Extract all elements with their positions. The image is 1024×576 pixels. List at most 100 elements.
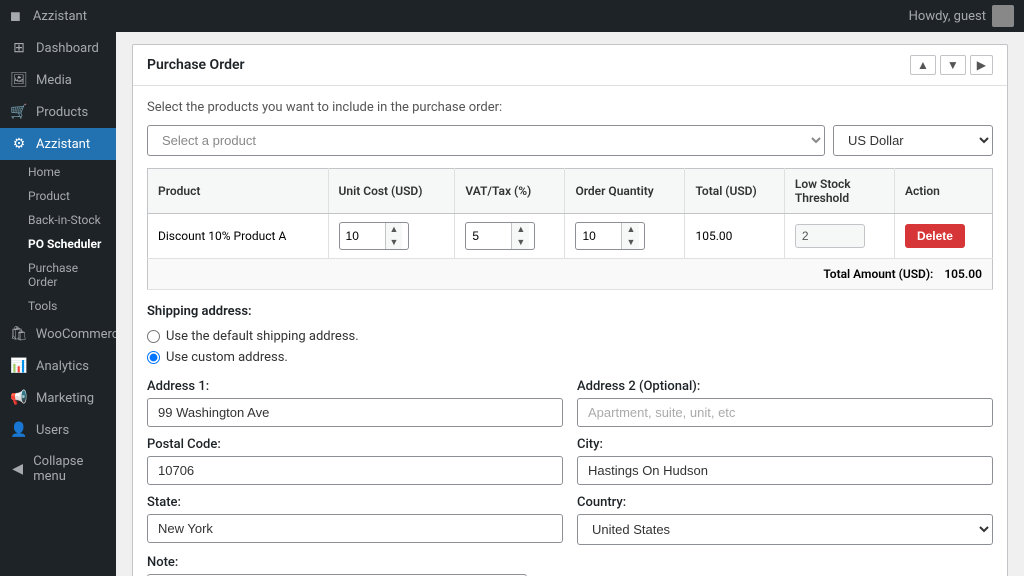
delete-button[interactable]: Delete [905, 224, 965, 248]
sidebar-label-back-in-stock: Back-in-Stock [28, 213, 101, 227]
po-card-header-actions: ▲ ▼ ▶ [910, 55, 993, 75]
collapse-icon: ◀ [10, 461, 25, 477]
address-row: Address 1: Address 2 (Optional): [147, 379, 993, 427]
site-name: Azzistant [33, 9, 87, 24]
country-label: Country: [577, 495, 993, 510]
wp-logo-icon: ■ [10, 6, 21, 27]
city-label: City: [577, 437, 993, 452]
country-select[interactable]: United States [577, 514, 993, 545]
po-card-body: Select the products you want to include … [133, 86, 1007, 576]
radio-custom[interactable] [147, 351, 160, 364]
sidebar-sub-tools[interactable]: Tools [0, 294, 116, 318]
postal-input[interactable] [147, 456, 563, 485]
postal-city-row: Postal Code: City: [147, 437, 993, 485]
order-qty-up[interactable]: ▲ [622, 223, 639, 236]
sidebar-label-po-scheduler: PO Scheduler [28, 237, 101, 251]
note-label: Note: [147, 555, 993, 570]
unit-cost-spinners: ▲ ▼ [385, 223, 403, 249]
radio-default[interactable] [147, 330, 160, 343]
total-value: 105.00 [944, 267, 982, 281]
azzistant-icon: ⚙ [10, 136, 28, 152]
address2-input[interactable] [577, 398, 993, 427]
col-low-stock: Low StockThreshold [784, 169, 894, 214]
sidebar-item-woocommerce[interactable]: 🛍 WooCommerce [0, 318, 116, 350]
po-card-header: Purchase Order ▲ ▼ ▶ [133, 45, 1007, 86]
vat-up[interactable]: ▲ [512, 223, 529, 236]
sidebar-label-marketing: Marketing [36, 391, 94, 406]
dashboard-icon: ⊞ [10, 40, 28, 56]
collapse-down-button[interactable]: ▼ [940, 55, 966, 75]
shipping-title: Shipping address: [147, 304, 993, 319]
vat-down[interactable]: ▼ [512, 236, 529, 249]
sidebar-item-collapse[interactable]: ◀ Collapse menu [0, 446, 116, 492]
sidebar-item-marketing[interactable]: 📢 Marketing [0, 382, 116, 414]
address1-group: Address 1: [147, 379, 563, 427]
currency-select[interactable]: US Dollar [833, 125, 993, 156]
radio-default-label[interactable]: Use the default shipping address. [147, 329, 993, 344]
collapse-up-button[interactable]: ▲ [910, 55, 936, 75]
address1-label: Address 1: [147, 379, 563, 394]
cell-total: 105.00 [685, 214, 784, 259]
sidebar-sub-po-scheduler[interactable]: PO Scheduler [0, 232, 116, 256]
city-group: City: [577, 437, 993, 485]
state-input[interactable] [147, 514, 563, 543]
city-input[interactable] [577, 456, 993, 485]
radio-custom-text: Use custom address. [166, 350, 288, 365]
state-group: State: [147, 495, 563, 545]
order-qty-input[interactable] [576, 225, 621, 247]
state-country-row: State: Country: United States [147, 495, 993, 545]
sidebar-item-dashboard[interactable]: ⊞ Dashboard [0, 32, 116, 64]
expand-button[interactable]: ▶ [970, 55, 993, 75]
products-table: Product Unit Cost (USD) VAT/Tax (%) Orde… [147, 168, 993, 290]
woocommerce-icon: 🛍 [10, 326, 28, 342]
total-label: Total Amount (USD): [823, 267, 933, 281]
sidebar-item-users[interactable]: 👤 Users [0, 414, 116, 446]
order-qty-input-wrap: ▲ ▼ [575, 222, 645, 250]
product-select-row: Select a product US Dollar [147, 125, 993, 156]
cell-action: Delete [894, 214, 992, 259]
sidebar-item-products[interactable]: 🛒 Products [0, 96, 116, 128]
sidebar-sub-purchase-order[interactable]: Purchase Order [0, 256, 116, 294]
vat-spinners: ▲ ▼ [511, 223, 529, 249]
cell-order-qty: ▲ ▼ [565, 214, 685, 259]
top-bar: ■ Azzistant Howdy, guest [0, 0, 1024, 32]
purchase-order-card: Purchase Order ▲ ▼ ▶ Select the products… [132, 44, 1008, 576]
cell-unit-cost: ▲ ▼ [328, 214, 455, 259]
radio-custom-label[interactable]: Use custom address. [147, 350, 993, 365]
top-bar-right: Howdy, guest [909, 5, 1014, 27]
order-qty-spinners: ▲ ▼ [621, 223, 639, 249]
sidebar-item-analytics[interactable]: 📊 Analytics [0, 350, 116, 382]
address1-input[interactable] [147, 398, 563, 427]
users-icon: 👤 [10, 422, 28, 438]
sidebar-sub-back-in-stock[interactable]: Back-in-Stock [0, 208, 116, 232]
total-row-cell: Total Amount (USD): 105.00 [148, 258, 993, 289]
sidebar-item-media[interactable]: 🖼 Media [0, 64, 116, 96]
low-stock-input[interactable] [795, 224, 865, 248]
sidebar-label-analytics: Analytics [36, 359, 89, 374]
total-row: Total Amount (USD): 105.00 [148, 258, 993, 289]
sidebar-sub-discount-rules[interactable]: Product [0, 184, 116, 208]
sidebar-label-woocommerce: WooCommerce [36, 327, 116, 342]
product-select[interactable]: Select a product [147, 125, 825, 156]
order-qty-down[interactable]: ▼ [622, 236, 639, 249]
unit-cost-input[interactable] [340, 225, 385, 247]
sidebar-sub-home[interactable]: Home [0, 160, 116, 184]
unit-cost-down[interactable]: ▼ [386, 236, 403, 249]
sidebar-label-tools: Tools [28, 299, 57, 313]
col-order-qty: Order Quantity [565, 169, 685, 214]
cell-low-stock [784, 214, 894, 259]
shipping-section: Shipping address: Use the default shippi… [147, 304, 993, 576]
analytics-icon: 📊 [10, 358, 28, 374]
po-description: Select the products you want to include … [147, 100, 993, 115]
sidebar-label-home: Home [28, 165, 60, 179]
postal-group: Postal Code: [147, 437, 563, 485]
sidebar-label-purchase-order: Purchase Order [28, 261, 78, 289]
sidebar-item-azzistant[interactable]: ⚙ Azzistant [0, 128, 116, 160]
marketing-icon: 📢 [10, 390, 28, 406]
vat-input-wrap: ▲ ▼ [465, 222, 535, 250]
vat-input[interactable] [466, 225, 511, 247]
unit-cost-up[interactable]: ▲ [386, 223, 403, 236]
radio-default-text: Use the default shipping address. [166, 329, 359, 344]
country-group: Country: United States [577, 495, 993, 545]
address2-label: Address 2 (Optional): [577, 379, 993, 394]
